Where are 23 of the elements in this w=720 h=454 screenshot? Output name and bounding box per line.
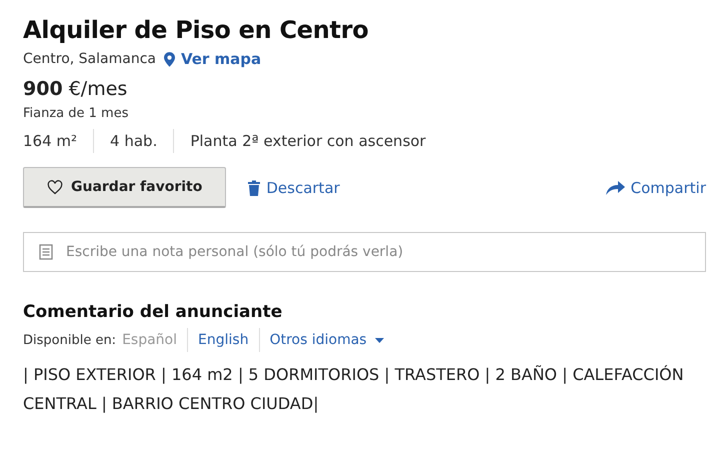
note-icon [39, 244, 53, 260]
deposit-text: Fianza de 1 mes [23, 106, 130, 121]
discard-link[interactable]: Descartar [248, 178, 340, 196]
feature-text: 164 m² [23, 131, 78, 152]
note-field[interactable]: Escribe una nota personal (sólo tú podrás verla) [23, 232, 706, 272]
heart-icon [47, 180, 63, 194]
available-label: Disponible en: [23, 332, 118, 348]
feature-text: 4 hab. [93, 129, 174, 153]
map-link[interactable]: Ver mapa [164, 50, 262, 68]
listing-title: Alquiler de Piso en Centro [23, 15, 370, 46]
share-link[interactable]: Compartir [606, 178, 706, 196]
location-text: Centro, Salamanca [23, 51, 156, 67]
share-arrow-icon [606, 180, 625, 194]
comment-text: | PISO EXTERIOR | 164 m2 | 5 DORMITORIOS | TRASTERO | 2 BAÑO | CALEFACCIÓN CENTRAL | BARRIO CENTRO CIUDAD| [23, 364, 685, 415]
caret-icon [374, 338, 384, 342]
language-option[interactable]: English [187, 328, 259, 352]
price-text: 900 €/mes [23, 78, 128, 100]
save-favorite-button[interactable]: Guardar favorito [23, 167, 226, 208]
other-languages-dropdown[interactable]: Otros idiomas [258, 328, 394, 352]
comment-heading: Comentario del anunciante [23, 302, 284, 322]
map-pin-icon [164, 52, 175, 66]
feature-text: Planta 2ª exterior con ascensor [173, 129, 442, 153]
trash-icon [248, 180, 260, 196]
